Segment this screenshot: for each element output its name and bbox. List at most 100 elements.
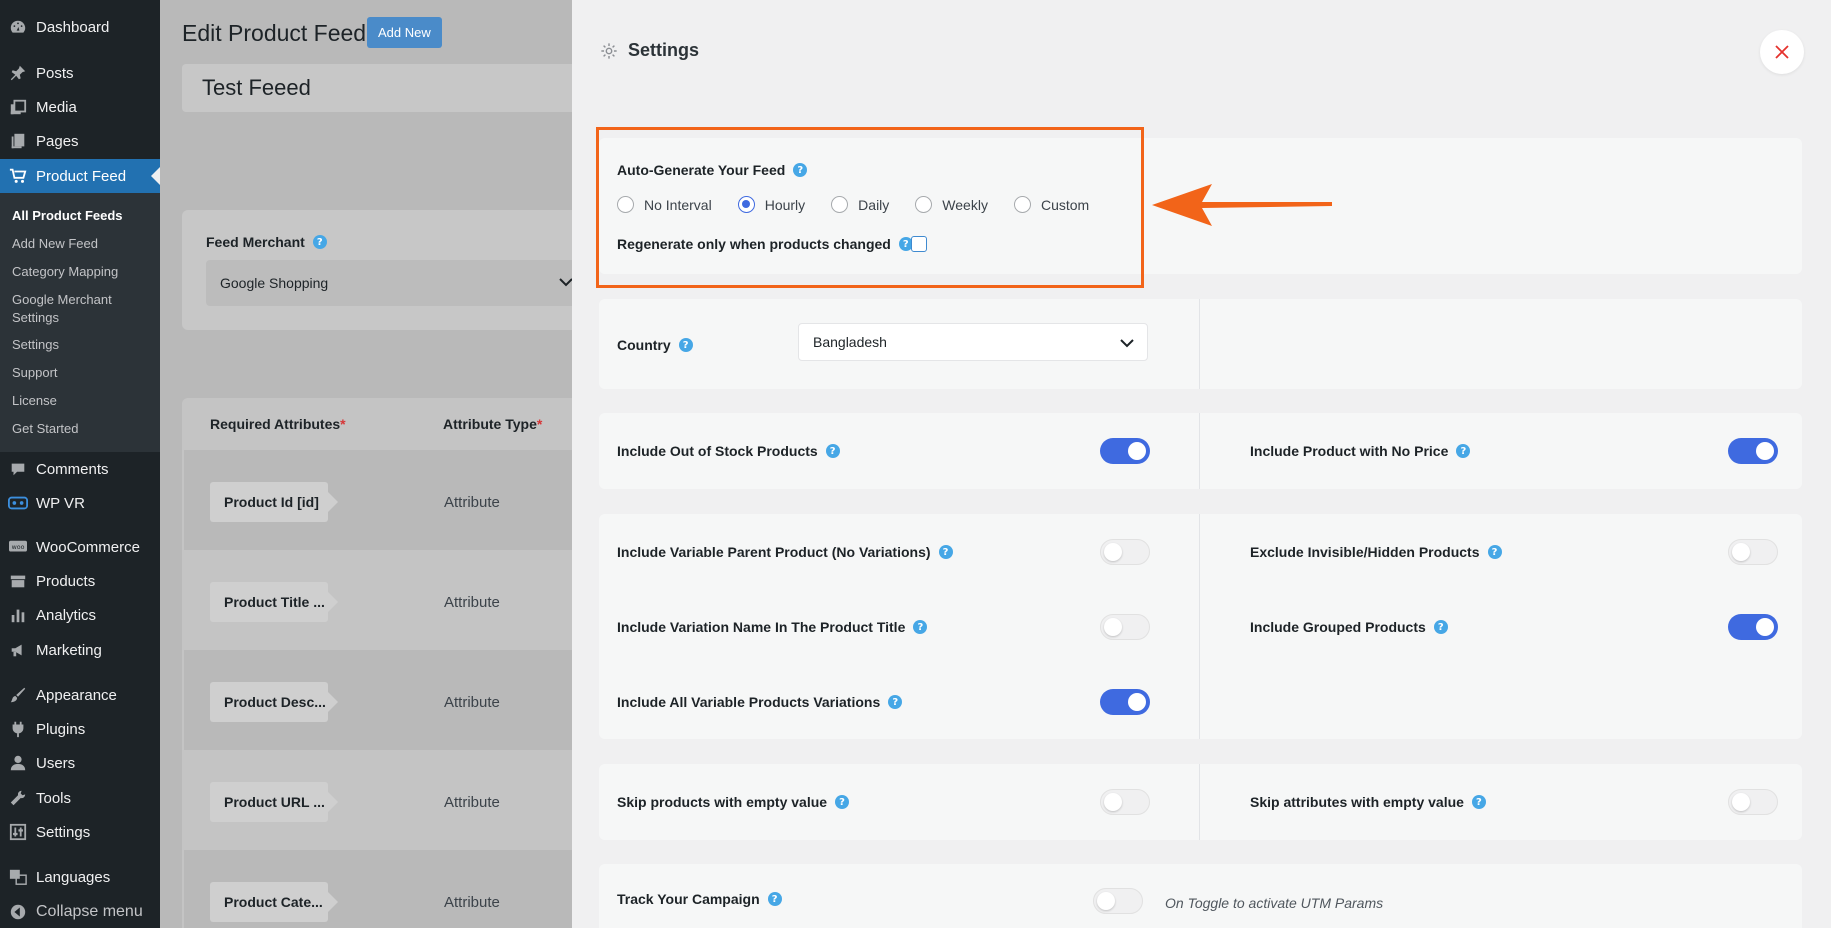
track-campaign-label-text: Track Your Campaign xyxy=(617,891,760,907)
grouped-toggle[interactable] xyxy=(1728,614,1778,640)
svg-text:woo: woo xyxy=(12,544,25,551)
help-icon[interactable]: ? xyxy=(913,620,928,634)
country-label: Country ? xyxy=(617,337,693,353)
variable-parent-toggle[interactable] xyxy=(1100,539,1150,565)
menu-media[interactable]: Media xyxy=(0,90,160,124)
media-icon xyxy=(8,97,28,117)
submenu-license[interactable]: License xyxy=(12,392,152,410)
variation-name-toggle[interactable] xyxy=(1100,614,1150,640)
help-icon[interactable]: ? xyxy=(888,695,903,709)
card-divider xyxy=(1199,299,1200,389)
attribute-type-text: Attribute Type xyxy=(443,416,537,432)
attribute-type[interactable]: Attribute xyxy=(444,794,500,811)
submenu-add-new-feed[interactable]: Add New Feed xyxy=(12,235,152,253)
grouped-label-text: Include Grouped Products xyxy=(1250,619,1426,635)
skip-attributes-label: Skip attributes with empty value ? xyxy=(1250,794,1486,810)
attribute-name[interactable]: Product Title ... xyxy=(210,582,338,622)
help-icon[interactable]: ? xyxy=(767,892,782,906)
close-icon xyxy=(1775,45,1789,59)
gear-icon xyxy=(601,42,617,59)
submenu-settings[interactable]: Settings xyxy=(12,336,152,354)
menu-product-feed[interactable]: Product Feed xyxy=(0,159,160,193)
add-new-button[interactable]: Add New xyxy=(367,17,442,48)
all-variations-toggle[interactable] xyxy=(1100,689,1150,715)
menu-dashboard[interactable]: Dashboard xyxy=(0,10,160,44)
help-icon[interactable]: ? xyxy=(1487,545,1502,559)
menu-settings-label: Settings xyxy=(36,823,91,841)
help-icon[interactable]: ? xyxy=(825,444,840,458)
attribute-name[interactable]: Product Cate... xyxy=(210,882,338,922)
page-title: Edit Product Feed xyxy=(182,20,367,46)
attribute-type[interactable]: Attribute xyxy=(444,494,500,511)
pin-icon xyxy=(8,63,28,83)
submenu-all-product-feeds[interactable]: All Product Feeds xyxy=(12,207,152,225)
plug-icon xyxy=(8,719,28,739)
menu-posts-label: Posts xyxy=(36,64,74,82)
attribute-name[interactable]: Product Desc... xyxy=(210,682,338,722)
campaign-hint: On Toggle to activate UTM Params xyxy=(1165,895,1384,911)
menu-appearance[interactable]: Appearance xyxy=(0,678,160,712)
skip-products-toggle[interactable] xyxy=(1100,789,1150,815)
bar-chart-icon xyxy=(8,605,28,625)
help-icon[interactable]: ? xyxy=(678,338,693,352)
menu-products[interactable]: Products xyxy=(0,564,160,598)
menu-comments[interactable]: Comments xyxy=(0,452,160,486)
menu-plugins-label: Plugins xyxy=(36,720,86,738)
no-price-label-text: Include Product with No Price xyxy=(1250,443,1449,459)
help-icon[interactable]: ? xyxy=(835,795,850,809)
help-icon[interactable]: ? xyxy=(312,235,327,249)
drawer-title: Settings xyxy=(628,40,700,60)
menu-tools[interactable]: Tools xyxy=(0,781,160,815)
card-divider xyxy=(1199,413,1200,489)
menu-languages[interactable]: Languages xyxy=(0,860,160,894)
feed-name-input[interactable]: Test Feeed xyxy=(182,64,602,112)
menu-posts[interactable]: Posts xyxy=(0,56,160,90)
table-row: Product Desc... Attribute xyxy=(184,650,602,750)
table-row: Product Id [id] Attribute xyxy=(184,450,602,550)
track-campaign-toggle[interactable] xyxy=(1093,888,1143,914)
submenu-google-merchant-settings[interactable]: Google Merchant Settings xyxy=(12,291,152,327)
submenu-support[interactable]: Support xyxy=(12,364,152,382)
card-divider xyxy=(1199,764,1200,840)
wrench-icon xyxy=(8,788,28,808)
megaphone-icon xyxy=(8,640,28,660)
feed-merchant-select[interactable]: Google Shopping xyxy=(206,260,602,306)
menu-users[interactable]: Users xyxy=(0,746,160,780)
menu-wp-vr[interactable]: WP VR xyxy=(0,486,160,520)
close-button[interactable] xyxy=(1760,30,1804,74)
attribute-name[interactable]: Product Id [id] xyxy=(210,482,338,522)
menu-settings[interactable]: Settings xyxy=(0,815,160,849)
help-icon[interactable]: ? xyxy=(1433,620,1448,634)
country-select[interactable]: Bangladesh xyxy=(798,323,1148,361)
menu-marketing[interactable]: Marketing xyxy=(0,633,160,667)
chevron-down-icon xyxy=(1120,339,1134,348)
help-icon[interactable]: ? xyxy=(938,545,953,559)
attribute-type[interactable]: Attribute xyxy=(444,894,500,911)
attribute-type[interactable]: Attribute xyxy=(444,594,500,611)
variation-name-label-text: Include Variation Name In The Product Ti… xyxy=(617,619,906,635)
menu-woocommerce-label: WooCommerce xyxy=(36,538,140,556)
menu-analytics[interactable]: Analytics xyxy=(0,598,160,632)
table-row: Product Title ... Attribute xyxy=(184,550,602,650)
menu-collapse[interactable]: Collapse menu xyxy=(0,895,160,928)
no-price-toggle[interactable] xyxy=(1728,438,1778,464)
out-of-stock-label: Include Out of Stock Products ? xyxy=(617,443,840,459)
menu-wp-vr-label: WP VR xyxy=(36,494,85,512)
menu-woocommerce[interactable]: woo WooCommerce xyxy=(0,530,160,564)
help-icon[interactable]: ? xyxy=(1456,444,1471,458)
submenu-category-mapping[interactable]: Category Mapping xyxy=(12,263,152,281)
menu-plugins[interactable]: Plugins xyxy=(0,712,160,746)
menu-pages[interactable]: Pages xyxy=(0,124,160,158)
invisible-toggle[interactable] xyxy=(1728,539,1778,565)
menu-pages-label: Pages xyxy=(36,132,79,150)
attribute-type[interactable]: Attribute xyxy=(444,694,500,711)
help-icon[interactable]: ? xyxy=(1471,795,1486,809)
skip-attributes-label-text: Skip attributes with empty value xyxy=(1250,794,1464,810)
translate-icon xyxy=(8,867,28,887)
attribute-name[interactable]: Product URL ... xyxy=(210,782,338,822)
all-variations-label: Include All Variable Products Variations… xyxy=(617,694,903,710)
submenu-get-started[interactable]: Get Started xyxy=(12,420,152,438)
country-card: Country ? Bangladesh xyxy=(599,299,1802,389)
out-of-stock-toggle[interactable] xyxy=(1100,438,1150,464)
skip-attributes-toggle[interactable] xyxy=(1728,789,1778,815)
